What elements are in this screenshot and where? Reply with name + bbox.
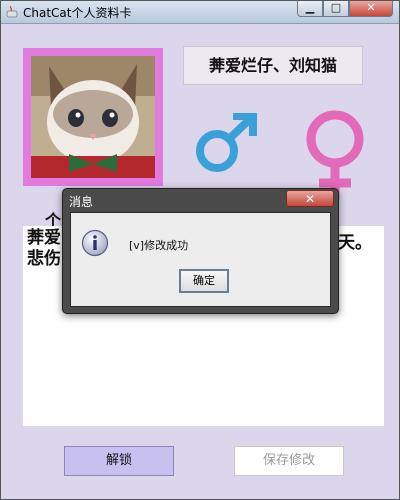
dialog-message: [v]修改成功	[129, 239, 189, 252]
dialog-close-button[interactable]: ✕	[286, 190, 334, 207]
cat-avatar-photo	[31, 56, 155, 178]
profile-window: ChatCat个人资料卡 ▁ □ ✕ 莾爱烂仔、刘知猫 个 莾爱 悲伤 天。 解…	[0, 0, 400, 500]
male-symbol-icon[interactable]	[191, 113, 261, 175]
avatar[interactable]	[31, 56, 155, 178]
message-dialog: 消息 ✕ [v]修改成功 确定	[62, 188, 339, 314]
window-title: ChatCat个人资料卡	[23, 6, 132, 20]
maximize-button[interactable]: □	[323, 1, 349, 17]
nickname-display: 莾爱烂仔、刘知猫	[183, 46, 363, 85]
close-button[interactable]: ✕	[349, 1, 393, 17]
ok-button[interactable]: 确定	[179, 269, 229, 293]
java-app-icon	[6, 5, 18, 18]
minimize-button[interactable]: ▁	[297, 1, 323, 17]
signature-tail-text: 天。	[338, 233, 372, 253]
title-bar[interactable]: ChatCat个人资料卡 ▁ □ ✕	[1, 1, 399, 24]
avatar-frame	[23, 48, 163, 186]
unlock-button[interactable]: 解锁	[64, 446, 174, 476]
dialog-title: 消息	[69, 195, 94, 209]
save-changes-button[interactable]: 保存修改	[234, 446, 344, 476]
info-icon	[81, 229, 109, 257]
dialog-body: [v]修改成功 确定	[70, 212, 331, 307]
